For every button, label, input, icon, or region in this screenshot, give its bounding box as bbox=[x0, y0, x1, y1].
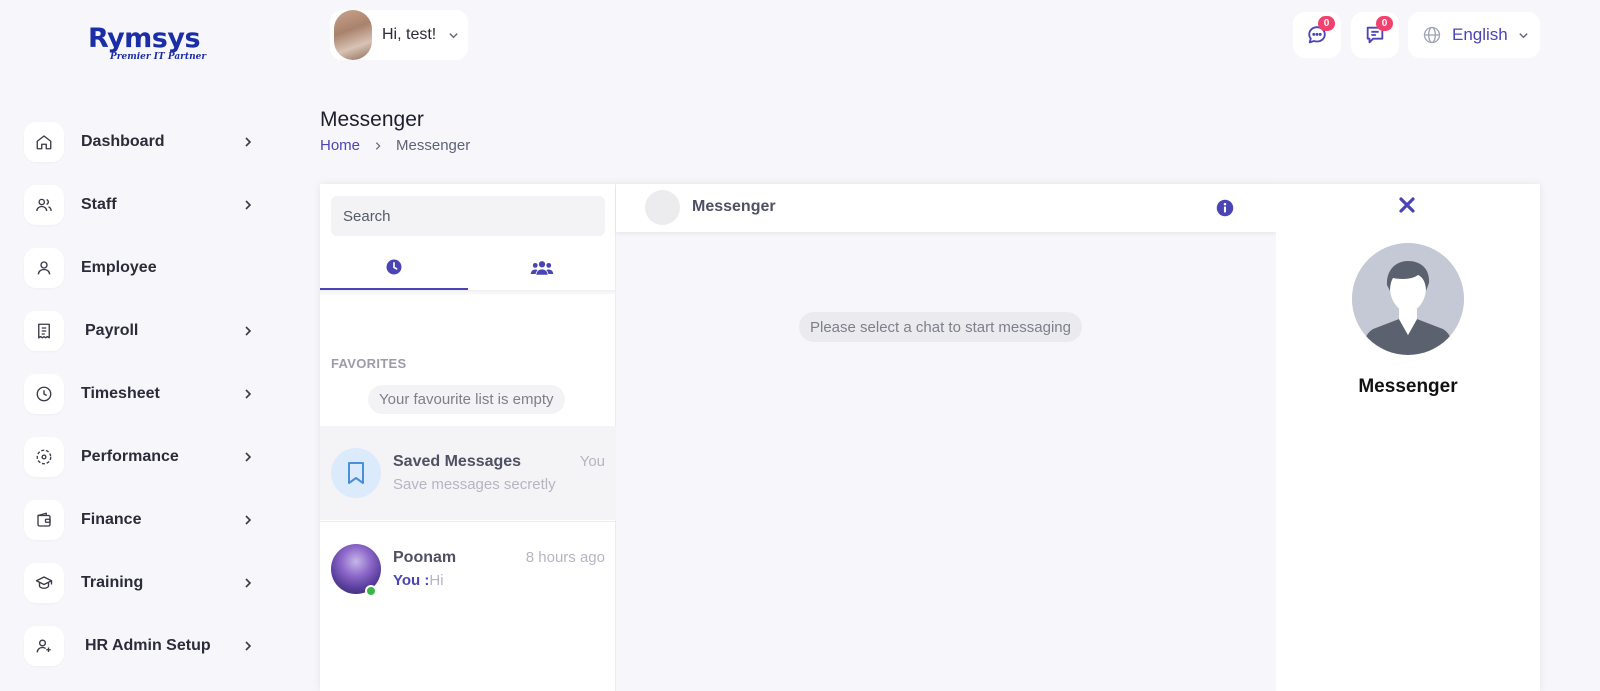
avatar bbox=[331, 448, 381, 498]
chevron-down-icon bbox=[1519, 32, 1528, 38]
sidebar-nav: Dashboard Staff Employee Payroll Timeshe… bbox=[24, 110, 264, 677]
sidebar-item-performance[interactable]: Performance bbox=[24, 425, 264, 488]
chevron-right-icon bbox=[245, 514, 252, 525]
chevron-right-icon bbox=[245, 136, 252, 147]
sidebar-item-label: Staff bbox=[81, 195, 117, 213]
tab-groups[interactable] bbox=[468, 246, 616, 290]
user-icon bbox=[24, 247, 64, 288]
graduation-cap-icon bbox=[24, 562, 64, 603]
contact-name: Saved Messages bbox=[393, 453, 522, 470]
search-input[interactable] bbox=[331, 196, 605, 236]
brand-logo[interactable]: Rymsys Premier IT Partner bbox=[88, 24, 218, 68]
chat-header: Messenger bbox=[616, 184, 1276, 232]
messenger-card: FAVORITES Your favourite list is empty S… bbox=[320, 184, 1540, 691]
sidebar-item-training[interactable]: Training bbox=[24, 551, 264, 614]
chevron-right-icon bbox=[245, 388, 252, 399]
tabs-divider bbox=[320, 290, 616, 296]
users-icon bbox=[530, 261, 554, 275]
sidebar-item-label: Training bbox=[81, 573, 144, 591]
language-label: English bbox=[1452, 25, 1508, 44]
sidebar-item-label: HR Admin Setup bbox=[85, 636, 211, 654]
user-plus-icon bbox=[24, 625, 64, 666]
users-icon bbox=[24, 184, 64, 225]
bookmark-icon bbox=[348, 462, 364, 484]
contacts-panel: FAVORITES Your favourite list is empty S… bbox=[320, 184, 616, 691]
brand-name: Rymsys bbox=[88, 23, 201, 54]
sidebar-item-label: Dashboard bbox=[81, 132, 165, 150]
chat-panel: Messenger Please select a chat to start … bbox=[616, 184, 1276, 691]
sidebar-item-dashboard[interactable]: Dashboard bbox=[24, 110, 264, 173]
sidebar-item-payroll[interactable]: Payroll bbox=[24, 299, 264, 362]
sidebar: Rymsys Premier IT Partner Dashboard Staf… bbox=[0, 0, 290, 691]
brand-tagline: Premier IT Partner bbox=[110, 52, 207, 62]
sidebar-item-staff[interactable]: Staff bbox=[24, 173, 264, 236]
online-status-dot bbox=[365, 585, 377, 597]
chevron-right-icon bbox=[375, 141, 381, 150]
contact-time: You bbox=[579, 453, 605, 470]
list-tabs bbox=[320, 246, 616, 290]
sidebar-item-employee[interactable]: Employee bbox=[24, 236, 264, 299]
you-prefix: You : bbox=[393, 572, 430, 589]
contact-last-message: You :Hi bbox=[393, 572, 444, 589]
notifications-badge: 0 bbox=[1376, 16, 1393, 31]
tab-recent[interactable] bbox=[320, 246, 468, 290]
contact-name: Poonam bbox=[393, 549, 457, 566]
chevron-down-icon bbox=[449, 32, 458, 38]
close-icon[interactable] bbox=[1398, 196, 1416, 214]
sidebar-item-label: Timesheet bbox=[81, 384, 160, 402]
chevron-right-icon bbox=[245, 325, 252, 336]
info-panel: Messenger bbox=[1276, 184, 1540, 691]
chat-title: Messenger bbox=[692, 198, 776, 215]
sidebar-item-timesheet[interactable]: Timesheet bbox=[24, 362, 264, 425]
avatar bbox=[1352, 243, 1464, 355]
messages-button[interactable]: 0 bbox=[1293, 12, 1341, 58]
info-icon[interactable] bbox=[1216, 199, 1234, 217]
chevron-right-icon bbox=[245, 577, 252, 588]
clock-icon bbox=[24, 373, 64, 414]
home-icon bbox=[24, 121, 64, 162]
sidebar-item-hr-admin-setup[interactable]: HR Admin Setup bbox=[24, 614, 264, 677]
empty-chat-message: Please select a chat to start messaging bbox=[799, 312, 1082, 342]
receipt-icon bbox=[24, 310, 64, 351]
default-avatar-icon bbox=[1352, 243, 1464, 355]
contact-saved-messages[interactable]: Saved Messages You Save messages secretl… bbox=[320, 426, 616, 520]
favorites-empty-message: Your favourite list is empty bbox=[368, 385, 565, 414]
favorites-title: FAVORITES bbox=[331, 356, 407, 371]
breadcrumb-home-link[interactable]: Home bbox=[320, 137, 360, 154]
chevron-right-icon bbox=[245, 451, 252, 462]
chevron-right-icon bbox=[245, 199, 252, 210]
notifications-button[interactable]: 0 bbox=[1351, 12, 1399, 58]
user-menu[interactable]: Hi, test! bbox=[330, 10, 468, 60]
language-selector[interactable]: English bbox=[1408, 12, 1540, 58]
wallet-icon bbox=[24, 499, 64, 540]
avatar bbox=[645, 190, 680, 225]
info-name: Messenger bbox=[1358, 376, 1458, 397]
user-greeting: Hi, test! bbox=[382, 26, 437, 43]
globe-icon bbox=[1423, 26, 1441, 44]
chevron-right-icon bbox=[245, 640, 252, 651]
sidebar-item-label: Performance bbox=[81, 447, 179, 465]
contact-time: 8 hours ago bbox=[525, 549, 605, 566]
target-icon bbox=[24, 436, 64, 477]
messages-badge: 0 bbox=[1318, 16, 1335, 31]
sidebar-item-finance[interactable]: Finance bbox=[24, 488, 264, 551]
avatar bbox=[334, 10, 372, 60]
breadcrumb: Home Messenger bbox=[320, 137, 470, 154]
sidebar-item-label: Payroll bbox=[85, 321, 139, 339]
breadcrumb-current: Messenger bbox=[396, 137, 471, 154]
last-message-text: Hi bbox=[429, 572, 444, 589]
sidebar-item-label: Employee bbox=[81, 258, 157, 276]
sidebar-item-label: Finance bbox=[81, 510, 142, 528]
contact-subtitle: Save messages secretly bbox=[393, 476, 556, 493]
clock-icon bbox=[386, 259, 402, 275]
contact-poonam[interactable]: Poonam 8 hours ago You :Hi bbox=[320, 521, 616, 615]
page-title: Messenger bbox=[320, 108, 424, 131]
